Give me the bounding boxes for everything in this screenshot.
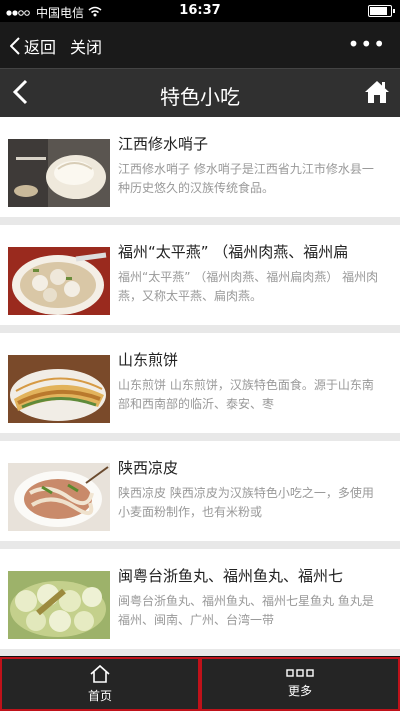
- list-item[interactable]: 山东煎饼 山东煎饼 山东煎饼，汉族特色面食。源于山东南部和西南部的临沂、泰安、枣: [0, 333, 400, 441]
- item-description: 陕西凉皮 陕西凉皮为汉族特色小吃之一，多使用小麦面粉制作，也有米粉或: [118, 486, 374, 519]
- back-button[interactable]: 返回: [10, 34, 56, 58]
- list-item[interactable]: 江西修水哨子 江西修水哨子 修水哨子是江西省九江市修水县一种历史悠久的汉族传统食…: [0, 117, 400, 225]
- item-title: 福州“太平燕” （福州肉燕、福州扁: [118, 243, 349, 261]
- browser-nav-bar: 返回 关闭 •••: [0, 22, 400, 68]
- battery-icon: [368, 5, 395, 17]
- food-list: 江西修水哨子 江西修水哨子 修水哨子是江西省九江市修水县一种历史悠久的汉族传统食…: [0, 117, 400, 657]
- item-description: 江西修水哨子 修水哨子是江西省九江市修水县一种历史悠久的汉族传统食品。: [118, 162, 374, 195]
- tab-home-label: 首页: [87, 689, 112, 703]
- fishball-photo: [8, 571, 110, 639]
- page-title: 特色小吃: [160, 85, 240, 109]
- status-time: 16:37: [179, 3, 221, 18]
- list-item[interactable]: 陕西凉皮 陕西凉皮 陕西凉皮为汉族特色小吃之一，多使用小麦面粉制作，也有米粉或: [0, 441, 400, 549]
- home-outline-icon: [90, 664, 110, 683]
- back-label: 返回: [24, 38, 57, 57]
- status-bar: 中国电信 16:37: [0, 0, 400, 22]
- tab-home[interactable]: 首页: [0, 657, 200, 711]
- item-title: 陕西凉皮: [118, 459, 179, 477]
- bottom-tab-bar: 首页 更多: [0, 656, 400, 711]
- battery-level: [370, 7, 387, 15]
- close-button[interactable]: 关闭: [70, 34, 102, 58]
- item-description: 闽粤台浙鱼丸、福州鱼丸、福州七星鱼丸 鱼丸是福州、闽南、广州、台湾一带: [118, 594, 374, 627]
- more-options-button[interactable]: •••: [348, 32, 386, 56]
- dumpling-photo: [8, 139, 110, 207]
- home-button[interactable]: [364, 79, 390, 109]
- pancake-photo: [8, 355, 110, 423]
- home-icon: [365, 81, 389, 103]
- item-title: 江西修水哨子: [118, 135, 209, 153]
- item-description: 山东煎饼 山东煎饼，汉族特色面食。源于山东南部和西南部的临沂、泰安、枣: [118, 378, 374, 411]
- chevron-left-icon: [10, 37, 20, 55]
- meatball-soup-photo: [8, 247, 110, 315]
- page-header: 特色小吃: [0, 68, 400, 117]
- tab-more[interactable]: 更多: [200, 657, 400, 711]
- cold-noodle-photo: [8, 463, 110, 531]
- item-title: 闽粤台浙鱼丸、福州鱼丸、福州七: [118, 567, 344, 585]
- list-item[interactable]: 福州“太平燕” （福州肉燕、福州扁 福州“太平燕” （福州肉燕、福州扁肉燕） 福…: [0, 225, 400, 333]
- more-grid-icon: [286, 669, 314, 677]
- tab-more-label: 更多: [287, 684, 312, 698]
- item-title: 山东煎饼: [118, 351, 179, 369]
- item-description: 福州“太平燕” （福州肉燕、福州扁肉燕） 福州肉燕，又称太平燕、扁肉燕。: [118, 270, 379, 303]
- list-item[interactable]: 闽粤台浙鱼丸、福州鱼丸、福州七 闽粤台浙鱼丸、福州鱼丸、福州七星鱼丸 鱼丸是福州…: [0, 549, 400, 657]
